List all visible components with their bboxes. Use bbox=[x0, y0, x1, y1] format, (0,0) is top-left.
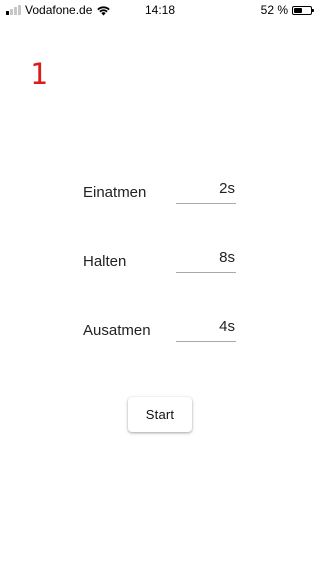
field-label-einatmen: Einatmen bbox=[83, 184, 147, 201]
field-label-ausatmen: Ausatmen bbox=[83, 322, 151, 339]
status-bar-right: 52 % bbox=[260, 3, 314, 17]
field-label-halten: Halten bbox=[83, 253, 127, 270]
field-row-ausatmen: Ausatmen 4s bbox=[83, 312, 237, 346]
start-button[interactable]: Start bbox=[128, 397, 192, 432]
einatmen-duration-input[interactable]: 2s bbox=[176, 174, 236, 204]
status-bar: Vodafone.de 14:18 52 % bbox=[0, 0, 320, 20]
breath-counter: 1 bbox=[30, 57, 48, 91]
battery-percentage: 52 % bbox=[260, 3, 288, 17]
field-row-halten: Halten 8s bbox=[83, 243, 237, 277]
field-row-einatmen: Einatmen 2s bbox=[83, 174, 237, 208]
ausatmen-duration-input[interactable]: 4s bbox=[176, 312, 236, 342]
breathing-timer-screen: Vodafone.de 14:18 52 % 1 Einatmen 2s Hal… bbox=[0, 0, 320, 568]
halten-duration-input[interactable]: 8s bbox=[176, 243, 236, 273]
battery-icon bbox=[292, 5, 314, 15]
